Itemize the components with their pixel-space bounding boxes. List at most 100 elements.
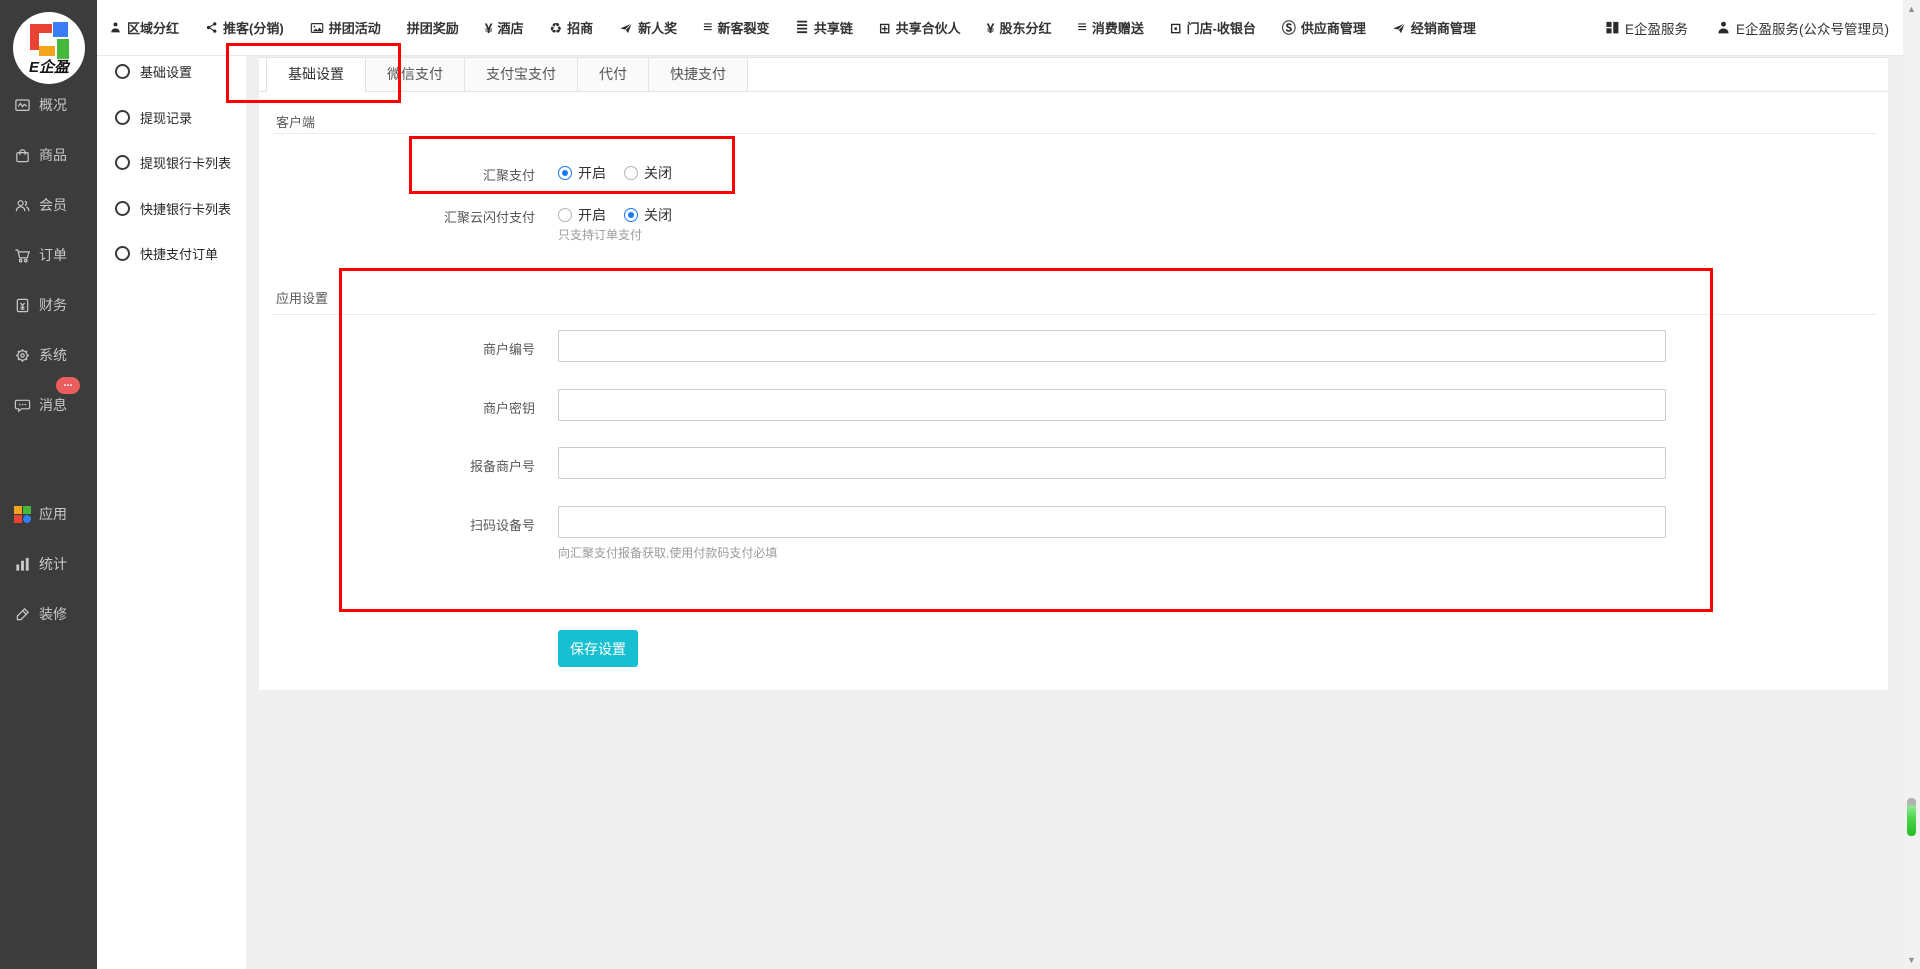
send-icon <box>1392 21 1406 35</box>
page-scrollbar[interactable]: ▲ ▼ <box>1903 0 1920 969</box>
message-count-badge: ... <box>56 377 80 394</box>
sidebar-item-4[interactable]: 财务 <box>0 280 97 330</box>
brand-logo: E企盈 <box>13 12 85 84</box>
order-icon <box>13 247 31 264</box>
subsidebar-item-label: 提现银行卡列表 <box>140 153 231 172</box>
sidebar-item-label: 消息 <box>39 395 67 415</box>
radio-selected-icon[interactable] <box>558 166 572 180</box>
topnav-item-7[interactable]: ≡新客裂变 <box>703 18 769 37</box>
subsidebar-item-2[interactable]: 提现银行卡列表 <box>97 140 246 186</box>
topnav-item-11[interactable]: ≡消费赠送 <box>1077 18 1143 37</box>
topnav-item-1[interactable]: 推客(分销) <box>205 18 284 37</box>
sidebar-item-8[interactable]: 统计 <box>0 539 97 589</box>
tab-1[interactable]: 微信支付 <box>365 58 465 92</box>
field-label: 报备商户号 <box>259 456 535 475</box>
topnav-item-14[interactable]: 经销商管理 <box>1392 18 1476 37</box>
topnav-item-2[interactable]: 拼团活动 <box>310 18 381 37</box>
subsidebar-item-3[interactable]: 快捷银行卡列表 <box>97 186 246 232</box>
sidebar-item-9[interactable]: 装修 <box>0 589 97 639</box>
sidebar-item-5[interactable]: 系统 <box>0 330 97 380</box>
topnav-item-12[interactable]: ⊡ 门店-收银台 <box>1170 18 1256 37</box>
subsidebar-item-label: 快捷支付订单 <box>140 244 218 263</box>
circle-icon <box>115 64 130 79</box>
sidebar-item-1[interactable]: 商品 <box>0 130 97 180</box>
radio-row-0: 汇聚支付 开启关闭 <box>259 159 1888 187</box>
image-icon <box>310 21 324 35</box>
topnav-item-5[interactable]: ♻招商 <box>550 18 594 37</box>
topnav-right-item-0[interactable]: E企盈服务 <box>1605 18 1688 38</box>
radio-option-1-1[interactable]: 关闭 <box>624 205 672 225</box>
field-input-0[interactable] <box>558 330 1666 362</box>
topnav-item-4[interactable]: ¥酒店 <box>485 18 524 37</box>
topnav-item-0[interactable]: 区域分红 <box>109 18 179 37</box>
brand-name: E企盈 <box>13 56 85 77</box>
recycle-icon: ♻ <box>550 21 563 35</box>
scroll-up-icon[interactable]: ▲ <box>1903 4 1920 14</box>
section-title-client: 客户端 <box>276 112 315 131</box>
radio-row-label: 汇聚支付 <box>259 165 535 184</box>
radio-option-label: 开启 <box>578 205 606 225</box>
tab-bar: 基础设置微信支付支付宝支付代付快捷支付 <box>259 57 1888 92</box>
yen-icon: ¥ <box>485 21 493 35</box>
subsidebar-item-1[interactable]: 提现记录 <box>97 95 246 141</box>
topnav-item-3[interactable]: 拼团奖励 <box>407 18 459 37</box>
tab-3[interactable]: 代付 <box>577 58 649 92</box>
section-title-app: 应用设置 <box>276 288 328 307</box>
topnav-item-8[interactable]: ≣共享链 <box>795 18 852 37</box>
sidebar-item-6[interactable]: 消息... <box>0 380 97 430</box>
dark-sidebar: E企盈 概况商品会员订单财务系统消息...应用统计装修 <box>0 0 97 969</box>
tab-0[interactable]: 基础设置 <box>266 58 366 92</box>
top-header: 区域分红 推客(分销) 拼团活动 拼团奖励 ¥酒店 ♻招商 新人奖 ≡新客裂变 ≣共享链 ⊞共享合… <box>97 0 1903 56</box>
radio-unselected-icon[interactable] <box>558 208 572 222</box>
circle-icon <box>115 201 130 216</box>
radio-unselected-icon[interactable] <box>624 166 638 180</box>
sidebar-item-0[interactable]: 概况 <box>0 80 97 130</box>
topnav-item-9[interactable]: ⊞共享合伙人 <box>879 18 961 37</box>
finance-icon <box>13 297 31 314</box>
grid-plus-icon: ⊞ <box>879 21 891 35</box>
topnav-item-10[interactable]: ¥股东分红 <box>987 18 1052 37</box>
radio-option-label: 关闭 <box>644 205 672 225</box>
scroll-down-icon[interactable]: ▼ <box>1903 955 1920 965</box>
sidebar-item-3[interactable]: 订单 <box>0 230 97 280</box>
radio-group: 开启 关闭 <box>558 201 672 229</box>
field-label: 商户密钥 <box>259 398 535 417</box>
field-label: 商户编号 <box>259 339 535 358</box>
field-input-2[interactable] <box>558 447 1666 479</box>
radio-option-0-1[interactable]: 关闭 <box>624 163 672 183</box>
sidebar-item-label: 财务 <box>39 295 67 315</box>
radio-option-1-0[interactable]: 开启 <box>558 205 606 225</box>
topnav-right-item-1[interactable]: E企盈服务(公众号管理员) <box>1716 18 1889 38</box>
tab-2[interactable]: 支付宝支付 <box>464 58 578 92</box>
radio-row-label: 汇聚云闪付支付 <box>259 207 535 226</box>
message-icon <box>13 397 31 414</box>
menu-icon: ≡ <box>703 21 712 35</box>
subsidebar-item-4[interactable]: 快捷支付订单 <box>97 231 246 277</box>
topnav-item-label: 门店-收银台 <box>1187 18 1256 37</box>
topnav-item-label: 拼团奖励 <box>407 18 459 37</box>
sidebar-item-7[interactable]: 应用 <box>0 489 97 539</box>
topnav-item-label: 区域分红 <box>127 18 179 37</box>
radio-option-0-0[interactable]: 开启 <box>558 163 606 183</box>
send-icon <box>619 21 633 35</box>
save-settings-button[interactable]: 保存设置 <box>558 630 638 667</box>
store-icon: ⊡ <box>1170 21 1182 35</box>
field-input-3[interactable] <box>558 506 1666 538</box>
scrollbar-thumb[interactable] <box>1907 798 1916 836</box>
radio-row-hint: 只支持订单支付 <box>558 226 642 243</box>
content-panel: 基础设置微信支付支付宝支付代付快捷支付 客户端 汇聚支付开启关闭汇聚云闪付支付开… <box>259 57 1888 690</box>
goods-icon <box>13 147 31 164</box>
field-hint: 向汇聚支付报备获取,使用付款码支付必填 <box>558 544 777 561</box>
logo-shape <box>53 22 68 37</box>
topnav-item-13[interactable]: Ⓢ供应商管理 <box>1282 18 1366 37</box>
topnav-item-6[interactable]: 新人奖 <box>619 18 677 37</box>
apps-icon <box>1605 20 1620 35</box>
sidebar-item-label: 订单 <box>39 245 67 265</box>
topnav-item-label: 共享链 <box>814 18 853 37</box>
radio-selected-icon[interactable] <box>624 208 638 222</box>
secondary-sidebar-list: 基础设置提现记录提现银行卡列表快捷银行卡列表快捷支付订单 <box>97 49 246 277</box>
field-input-1[interactable] <box>558 389 1666 421</box>
sidebar-item-2[interactable]: 会员 <box>0 180 97 230</box>
tab-4[interactable]: 快捷支付 <box>648 58 748 92</box>
subsidebar-item-label: 提现记录 <box>140 108 192 127</box>
